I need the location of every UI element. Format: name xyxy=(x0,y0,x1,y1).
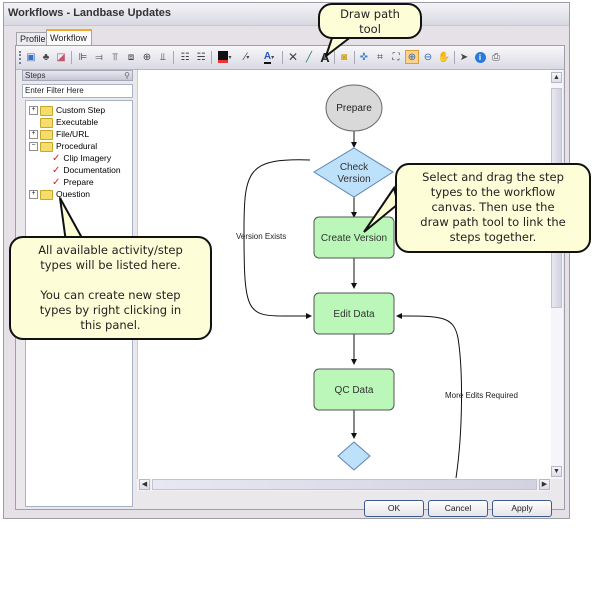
tree-item-procedural[interactable]: − Procedural xyxy=(29,140,97,152)
callout-line: this panel. xyxy=(80,318,141,332)
full-extent-icon[interactable]: ⛶ xyxy=(389,50,403,64)
scroll-left-button[interactable]: ◀ xyxy=(139,479,150,490)
expand-icon[interactable]: + xyxy=(29,106,38,116)
scroll-right-button[interactable]: ▶ xyxy=(539,479,550,490)
edge-label-version-exists: Version Exists xyxy=(236,232,286,241)
tree-item-executable[interactable]: Executable xyxy=(40,116,98,128)
check-step-icon[interactable]: ♣ xyxy=(39,50,53,64)
horizontal-scroll-thumb[interactable] xyxy=(152,479,537,490)
toolbar-separator xyxy=(173,51,174,64)
tree-item-prepare[interactable]: ✓ Prepare xyxy=(52,176,94,188)
tree-item-documentation[interactable]: ✓ Documentation xyxy=(52,164,121,176)
steps-panel-title: Steps xyxy=(25,71,46,80)
pan-hand-icon[interactable]: ✋ xyxy=(437,50,451,64)
callout-line: All available activity/step xyxy=(38,243,183,257)
callout-line: canvas. Then use the xyxy=(431,200,555,214)
expand-icon[interactable]: + xyxy=(29,130,38,140)
steps-panel-header: Steps ⚲ xyxy=(22,70,133,81)
select-pointer-icon[interactable]: ➤ xyxy=(457,50,471,64)
eraser-icon[interactable]: ◪ xyxy=(54,50,68,64)
toolbar-grip[interactable] xyxy=(19,51,23,64)
toolbar-separator xyxy=(71,51,72,64)
tab-profile[interactable]: Profile xyxy=(16,32,50,46)
align-bottom-icon[interactable]: ⫫ xyxy=(156,50,170,64)
steps-filter-input[interactable]: Enter Filter Here xyxy=(22,84,133,98)
align-right-icon[interactable]: ⫤ xyxy=(92,50,106,64)
tree-item-clip-imagery[interactable]: ✓ Clip Imagery xyxy=(52,152,111,164)
font-color-icon[interactable]: A ▾ xyxy=(259,50,279,64)
callout-line: types to the workflow xyxy=(430,185,556,199)
fill-color-icon[interactable]: ▾ xyxy=(215,50,235,64)
callout-steps-panel: All available activity/step types will b… xyxy=(9,236,212,340)
align-left-icon[interactable]: ⊫ xyxy=(76,50,90,64)
node-create-version-label: Create Version xyxy=(321,233,387,244)
toolbar-separator xyxy=(354,51,355,64)
node-prepare-label: Prepare xyxy=(336,103,372,114)
align-center-icon[interactable]: ⊕ xyxy=(140,50,154,64)
node-edit-data-label: Edit Data xyxy=(333,309,375,320)
fit-extent-icon[interactable]: ⌗ xyxy=(373,50,387,64)
folder-icon xyxy=(40,129,53,140)
callout-line: Select and drag the step xyxy=(422,170,564,184)
toolbar-separator xyxy=(334,51,335,64)
ok-button[interactable]: OK xyxy=(364,500,424,517)
folder-icon xyxy=(40,105,53,116)
collapse-icon[interactable]: − xyxy=(29,142,38,152)
distribute-horizontal-icon[interactable]: ☷ xyxy=(178,50,192,64)
folder-icon xyxy=(40,117,53,128)
window-title: Workflows - Landbase Updates xyxy=(8,7,171,19)
tree-item-question[interactable]: + Question xyxy=(29,188,90,200)
tree-item-custom-step[interactable]: + Custom Step xyxy=(29,104,105,116)
horizontal-scrollbar[interactable]: ◀ ▶ xyxy=(137,479,551,491)
callout-spacer xyxy=(11,273,210,288)
cancel-button[interactable]: Cancel xyxy=(428,500,488,517)
line-color-icon[interactable]: ⁄ ▾ xyxy=(237,50,257,64)
callout-canvas: Select and drag the step types to the wo… xyxy=(395,163,591,253)
folder-icon xyxy=(40,189,53,200)
pan-center-icon[interactable]: ✜ xyxy=(357,50,371,64)
draw-path-icon[interactable]: ╱ xyxy=(302,50,316,64)
callout-line: steps together. xyxy=(449,230,537,244)
tree-item-file-url[interactable]: + File/URL xyxy=(29,128,89,140)
distribute-vertical-icon[interactable]: ☵ xyxy=(194,50,208,64)
node-decision-partial[interactable] xyxy=(337,441,371,471)
node-check-version-label-2: Version xyxy=(337,174,370,185)
text-icon[interactable]: A xyxy=(318,50,332,65)
expand-icon[interactable]: + xyxy=(29,190,38,200)
zoom-out-icon[interactable]: ⊖ xyxy=(421,50,435,64)
pin-icon[interactable]: ⚲ xyxy=(124,71,130,81)
delete-icon[interactable]: ✕ xyxy=(286,50,300,64)
find-icon[interactable]: ◙ xyxy=(337,50,351,64)
callout-line: draw path tool to link the xyxy=(420,215,566,229)
callout-line: tool xyxy=(359,22,381,36)
scroll-down-button[interactable]: ▼ xyxy=(551,466,562,477)
edge-label-more-edits: More Edits Required xyxy=(445,391,518,400)
zoom-in-icon[interactable]: ⊕ xyxy=(405,50,419,64)
align-middle-icon[interactable]: ⧈ xyxy=(124,50,138,64)
vertical-scrollbar[interactable]: ▲ ▼ xyxy=(551,70,563,479)
align-top-icon[interactable]: ⫪ xyxy=(108,50,122,64)
callout-line: Draw path xyxy=(340,7,400,21)
toolbar-separator xyxy=(282,51,283,64)
node-check-version-label-1: Check xyxy=(340,162,369,173)
callout-draw-path: Draw path tool xyxy=(318,3,422,39)
toolbar: ▣ ♣ ◪ ⊫ ⫤ ⫪ ⧈ ⊕ ⫫ ☷ ☵ ▾ ⁄ ▾ A ▾ ✕ ╱ A ◙ ✜ … xyxy=(16,46,564,70)
scroll-up-button[interactable]: ▲ xyxy=(551,72,562,83)
info-icon[interactable]: i xyxy=(473,50,487,64)
callout-line: types will be listed here. xyxy=(40,258,181,272)
print-icon[interactable]: ⎙ xyxy=(489,50,503,64)
node-qc-data-label: QC Data xyxy=(335,385,374,396)
toolbar-separator xyxy=(454,51,455,64)
callout-line: You can create new step xyxy=(40,288,181,302)
save-icon[interactable]: ▣ xyxy=(24,50,38,64)
callout-line: types by right clicking in xyxy=(39,303,182,317)
folder-icon xyxy=(40,141,53,152)
title-bar: Workflows - Landbase Updates xyxy=(4,3,569,26)
toolbar-separator xyxy=(211,51,212,64)
apply-button[interactable]: Apply xyxy=(492,500,552,517)
